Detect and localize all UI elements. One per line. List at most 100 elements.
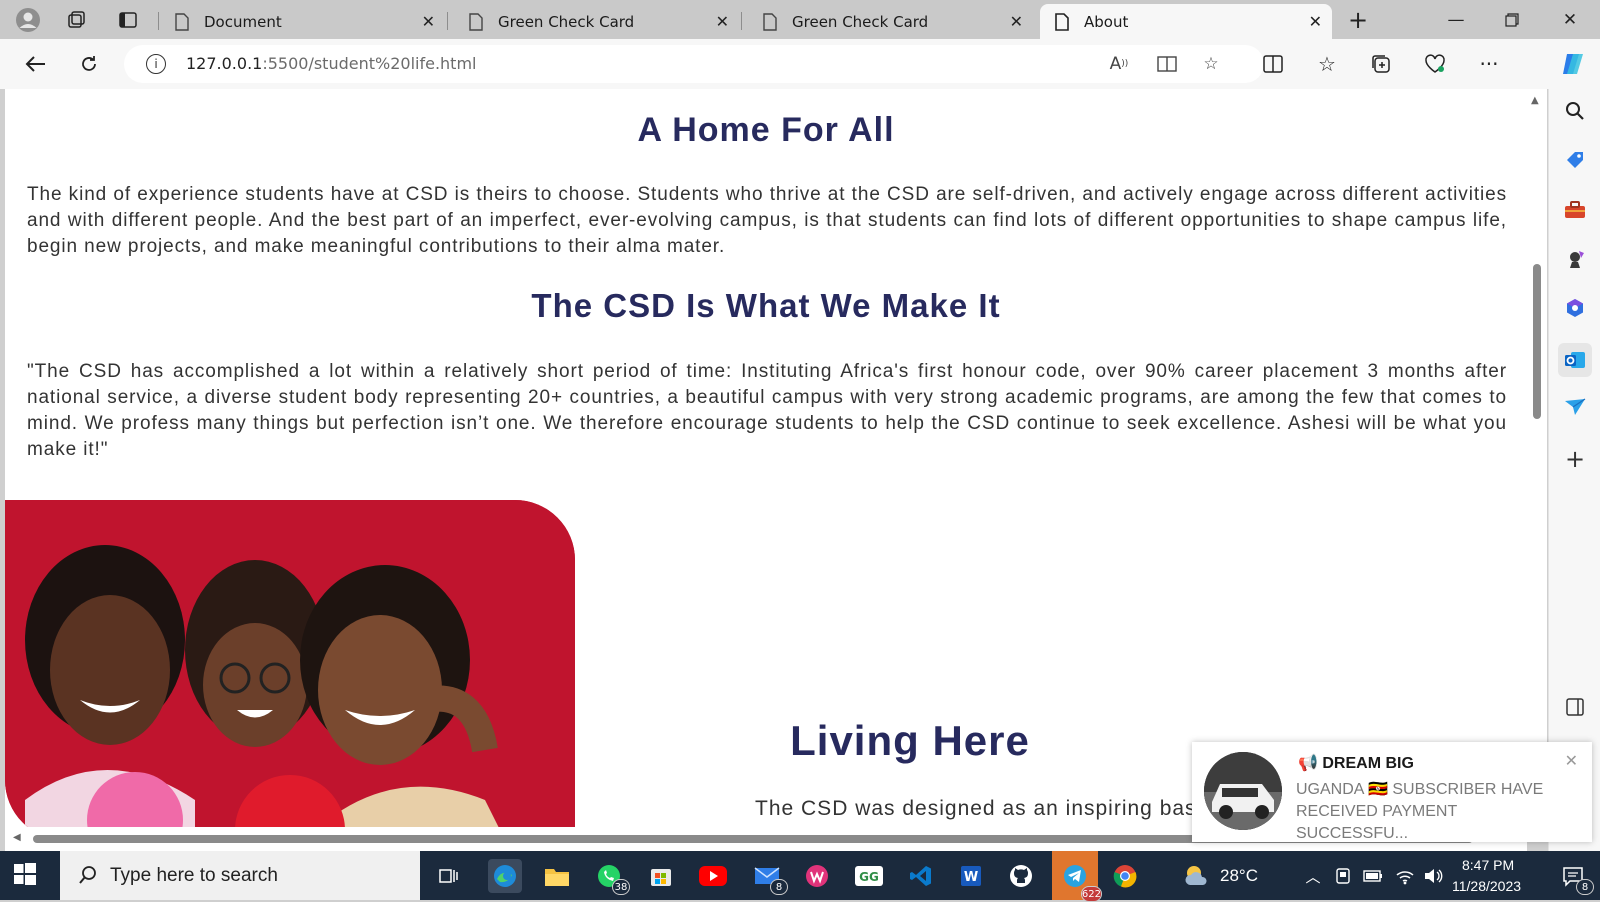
tab-document[interactable]: Document ✕ <box>160 4 445 39</box>
battery-icon[interactable] <box>1356 859 1390 893</box>
tab-divider <box>447 12 448 30</box>
section-text-living: The CSD was designed as an inspiring bas <box>755 797 1197 820</box>
close-icon[interactable]: ✕ <box>1010 12 1023 31</box>
outlook-icon[interactable] <box>1558 343 1592 377</box>
taskbar-search-box[interactable]: Type here to search <box>60 851 420 900</box>
edge-sidebar: + <box>1548 89 1600 851</box>
document-icon <box>762 12 778 31</box>
tab-label: Document <box>204 12 282 31</box>
svg-text:W: W <box>964 870 978 885</box>
wps-office-icon[interactable] <box>800 859 834 893</box>
browser-essentials-icon[interactable] <box>1418 48 1452 80</box>
browser-tab-bar: Document ✕ Green Check Card ✕ Green Chec… <box>0 0 1600 39</box>
profile-avatar-icon[interactable] <box>10 4 46 36</box>
notification-title: 📢 DREAM BIG <box>1298 755 1414 772</box>
clock-date[interactable]: 11/28/2023 <box>1452 878 1521 894</box>
split-screen-icon[interactable] <box>1256 48 1290 80</box>
svg-text:GG: GG <box>859 870 879 884</box>
chrome-icon[interactable] <box>1108 859 1142 893</box>
notification-image <box>1204 752 1282 830</box>
url-path: :5500/student%20life.html <box>262 54 477 73</box>
hide-sidebar-icon[interactable] <box>1561 693 1589 721</box>
restore-icon[interactable] <box>1484 4 1540 36</box>
url-text[interactable]: 127.0.0.1:5500/student%20life.html <box>186 54 476 73</box>
tab-actions-icon[interactable] <box>110 4 146 36</box>
scroll-left-arrow-icon[interactable]: ◀ <box>13 832 21 843</box>
search-icon <box>78 865 98 889</box>
geeksforgeeks-icon[interactable]: GG <box>852 859 886 893</box>
word-icon[interactable]: W <box>954 859 988 893</box>
tools-icon[interactable] <box>1561 196 1589 224</box>
search-icon[interactable] <box>1561 97 1589 125</box>
favorite-star-icon[interactable]: ☆ <box>1196 53 1226 75</box>
send-icon[interactable] <box>1561 393 1589 421</box>
new-tab-icon[interactable]: + <box>1340 4 1376 36</box>
close-window-icon[interactable]: ✕ <box>1542 4 1598 36</box>
close-icon[interactable]: ✕ <box>716 12 729 31</box>
weather-temp: 28°C <box>1220 866 1258 885</box>
more-options-icon[interactable]: ··· <box>1472 48 1506 80</box>
section-title-csd: The CSD Is What We Make It <box>531 287 1001 324</box>
notification-count-badge: 8 <box>1576 879 1594 895</box>
windows-start-icon[interactable] <box>14 863 38 887</box>
show-hidden-icons-icon[interactable]: ︿ <box>1296 859 1330 893</box>
file-explorer-icon[interactable] <box>540 859 574 893</box>
task-view-icon[interactable] <box>432 859 466 893</box>
vertical-scrollbar[interactable]: ▲ <box>1527 89 1547 829</box>
immersive-reader-icon[interactable] <box>1152 53 1182 75</box>
tab-green-check-card-2[interactable]: Green Check Card ✕ <box>748 4 1033 39</box>
tab-divider <box>741 12 742 30</box>
vertical-scroll-thumb[interactable] <box>1533 264 1541 419</box>
close-icon[interactable]: ✕ <box>422 12 435 31</box>
close-icon[interactable]: ✕ <box>1309 12 1322 31</box>
copilot-icon[interactable] <box>1556 48 1590 80</box>
notification-popup[interactable]: 📢 DREAM BIG UGANDA 🇺🇬 SUBSCRIBER HAVE RE… <box>1192 742 1592 842</box>
whatsapp-badge: 38 <box>612 879 630 895</box>
url-host: 127.0.0.1 <box>186 54 263 73</box>
tab-divider <box>158 12 159 30</box>
weather-icon[interactable] <box>1180 859 1214 893</box>
shopping-tag-icon[interactable] <box>1561 146 1589 174</box>
scroll-up-arrow-icon[interactable]: ▲ <box>1531 95 1539 106</box>
clock-time[interactable]: 8:47 PM <box>1462 857 1514 873</box>
microsoft-store-icon[interactable] <box>644 859 678 893</box>
favorites-icon[interactable]: ☆ <box>1310 48 1344 80</box>
github-icon[interactable] <box>1004 859 1038 893</box>
tab-label: Green Check Card <box>498 12 635 31</box>
section-text-csd: "The CSD has accomplished a lot within a… <box>27 361 1507 460</box>
youtube-icon[interactable] <box>696 859 730 893</box>
vscode-icon[interactable] <box>904 859 938 893</box>
whatsapp-icon[interactable]: 38 <box>592 859 630 895</box>
telegram-icon[interactable]: 622 <box>1052 851 1102 902</box>
back-icon[interactable] <box>18 48 52 80</box>
section-title-home: A Home For All <box>637 111 895 149</box>
page-viewport: A Home For All The kind of experience st… <box>5 89 1527 827</box>
windows-taskbar: Type here to search 38 8 GG W 622 28°C ︿… <box>0 851 1600 902</box>
mail-icon[interactable]: 8 <box>750 859 788 895</box>
device-icon[interactable] <box>1326 859 1360 893</box>
games-icon[interactable] <box>1561 245 1589 273</box>
refresh-icon[interactable] <box>72 48 106 80</box>
site-info-icon[interactable]: i <box>146 54 166 74</box>
notification-body: UGANDA 🇺🇬 SUBSCRIBER HAVE RECEIVED PAYME… <box>1296 781 1544 842</box>
section-text-home: The kind of experience students have at … <box>27 184 1507 257</box>
workspaces-icon[interactable] <box>58 4 94 36</box>
notification-center-icon[interactable]: 8 <box>1556 859 1594 895</box>
document-icon <box>174 12 190 31</box>
collections-icon[interactable] <box>1364 48 1398 80</box>
tab-about[interactable]: About ✕ <box>1040 4 1332 39</box>
close-icon[interactable]: ✕ <box>1565 751 1578 770</box>
url-bar[interactable]: i 127.0.0.1:5500/student%20life.html A))… <box>124 45 1264 83</box>
edge-icon[interactable] <box>488 859 522 893</box>
read-aloud-icon[interactable]: A)) <box>1104 53 1134 75</box>
mail-badge: 8 <box>770 879 788 895</box>
volume-icon[interactable] <box>1416 859 1450 893</box>
tab-label: About <box>1084 12 1129 31</box>
search-placeholder: Type here to search <box>110 865 278 886</box>
minimize-icon[interactable]: — <box>1428 4 1484 36</box>
tab-green-check-card-1[interactable]: Green Check Card ✕ <box>454 4 739 39</box>
document-icon <box>1054 12 1070 31</box>
add-sidebar-app-icon[interactable]: + <box>1561 445 1589 473</box>
tab-label: Green Check Card <box>792 12 929 31</box>
microsoft-365-icon[interactable] <box>1561 294 1589 322</box>
